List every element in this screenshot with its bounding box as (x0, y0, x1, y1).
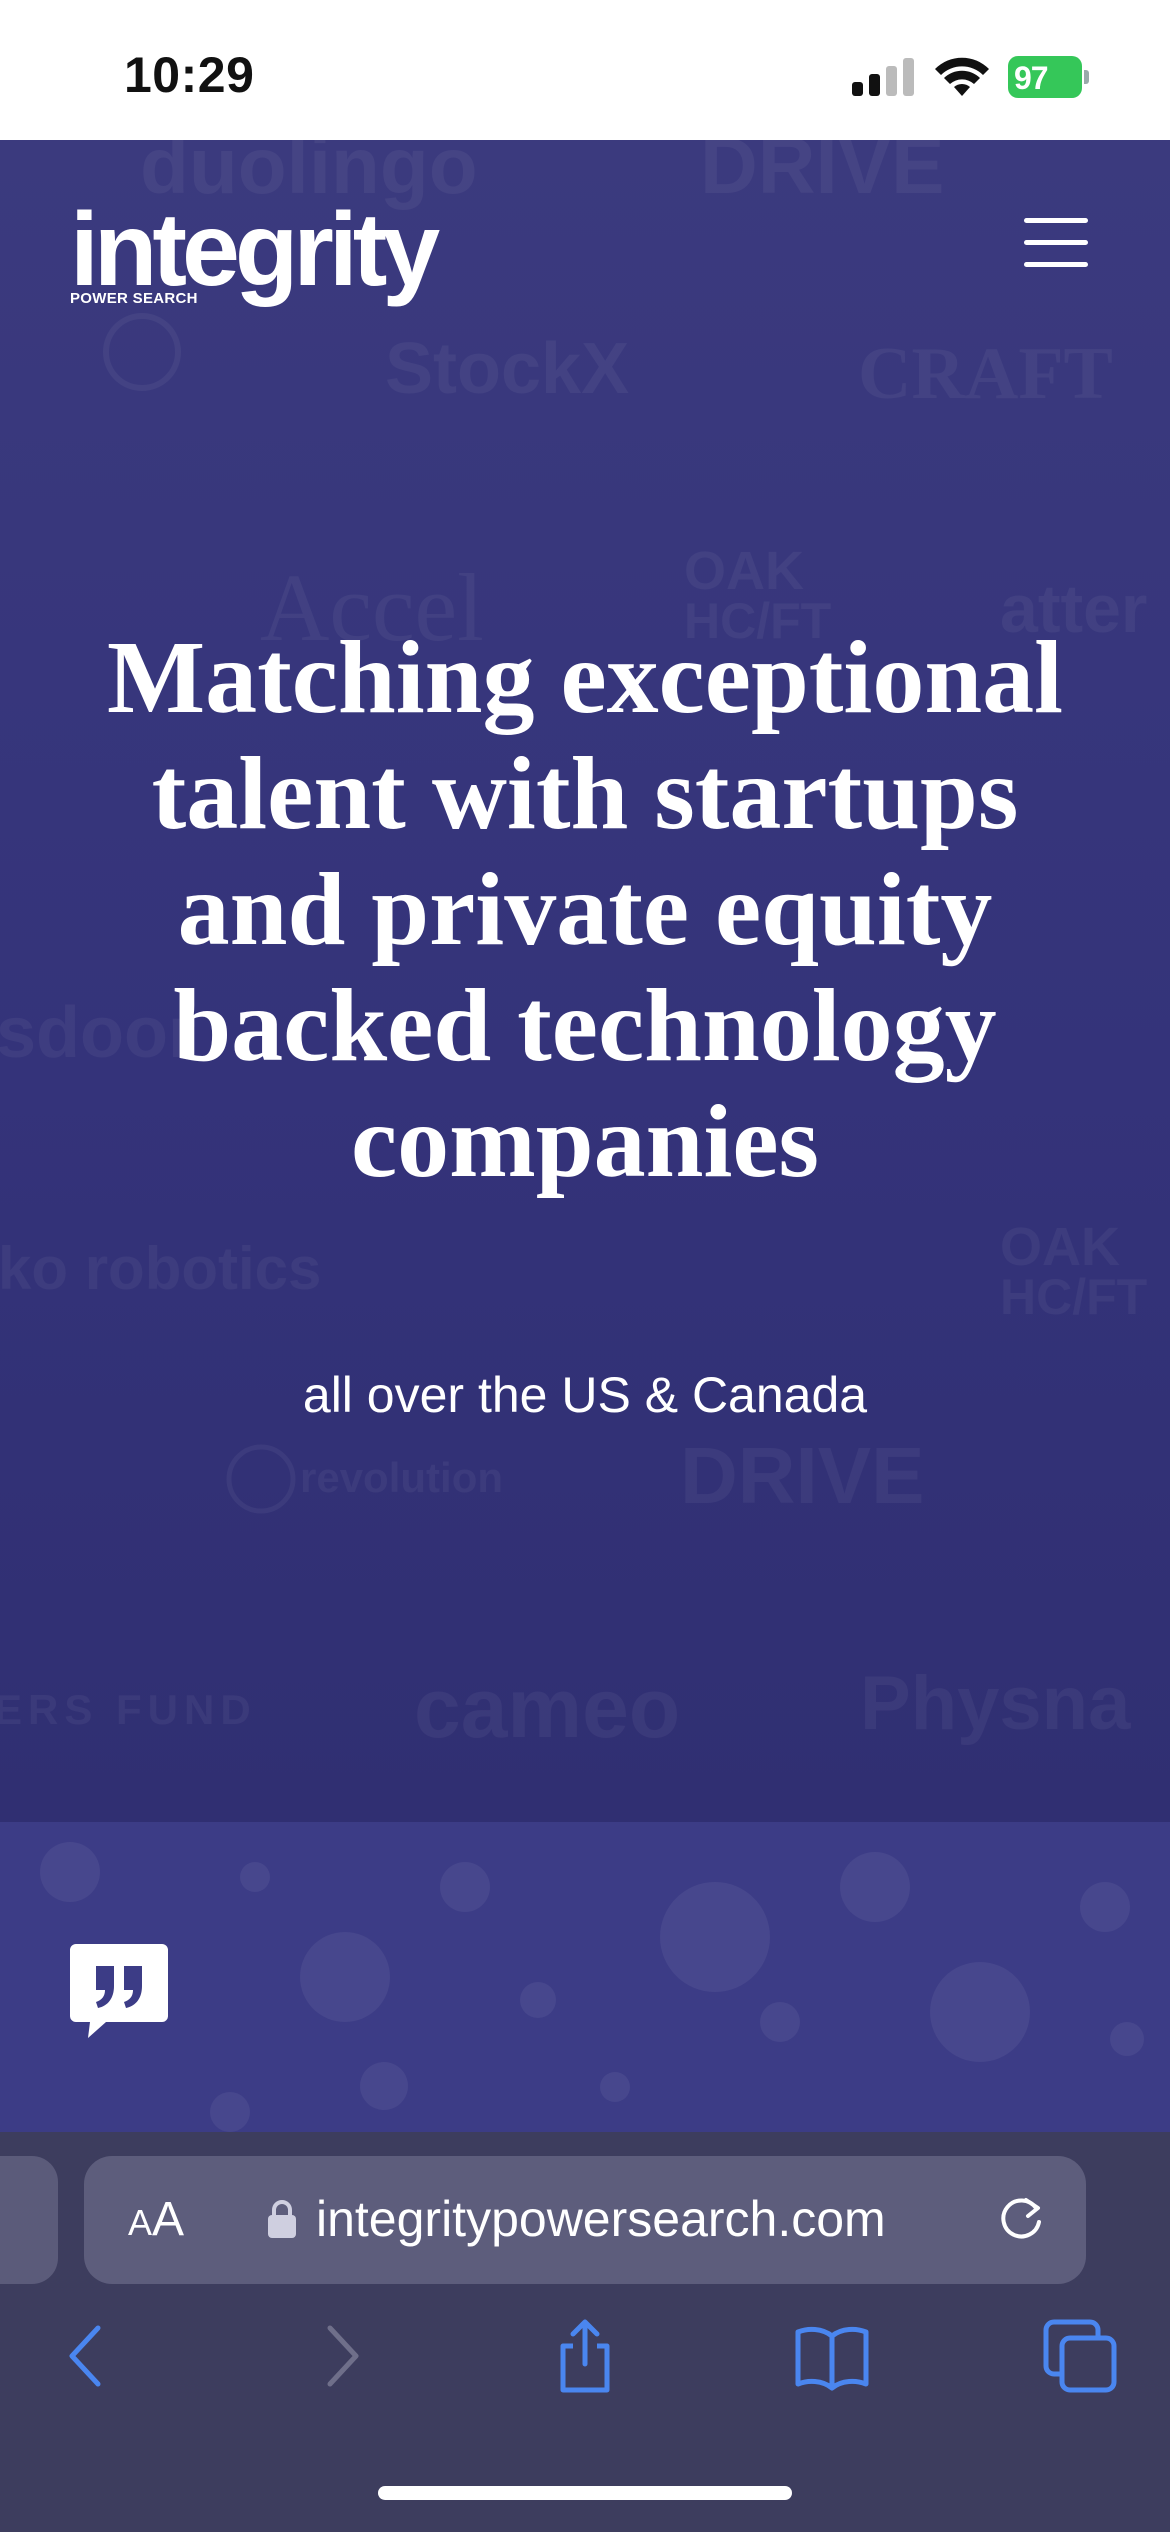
bg-logo-hcft-2: HC/FT (1000, 1269, 1148, 1325)
testimonial-section: W IP (0, 1822, 1170, 2132)
bg-logo-revolution: revolution (300, 1454, 504, 1501)
brand-name: integrity (70, 192, 440, 308)
share-icon[interactable] (545, 2316, 625, 2396)
tabs-icon[interactable] (1040, 2316, 1120, 2396)
bg-logo-stockx: StockX (385, 329, 630, 409)
testimonial-heading: W IP (70, 2114, 249, 2132)
reload-icon[interactable] (994, 2192, 1048, 2246)
lock-icon (268, 2200, 296, 2238)
hero-section: duolingo DRIVE StockX CRAFT Accel OAK HC… (0, 140, 1170, 1822)
quote-icon (70, 1944, 168, 2038)
bg-logo-craft: CRAFT (858, 333, 1113, 415)
status-time: 10:29 (124, 47, 255, 103)
menu-button[interactable] (1024, 218, 1088, 268)
back-icon[interactable] (48, 2316, 128, 2396)
address-bar[interactable]: AA integritypowersearch.com (84, 2156, 1086, 2284)
forward-icon[interactable] (300, 2316, 380, 2396)
hero-headline: Matching exceptional talent with startup… (106, 620, 1064, 1199)
bg-logo-circle-icon (226, 1444, 296, 1514)
status-bar: 10:29 97 (0, 0, 1170, 140)
bg-logo-physna: Physna (860, 1661, 1131, 1746)
previous-tab[interactable] (0, 2156, 58, 2284)
wifi-icon (935, 57, 989, 96)
bg-logo-ers-fund: ERS FUND (0, 1686, 257, 1733)
hamburger-icon (1024, 218, 1088, 223)
battery-level: 97 (1014, 60, 1049, 96)
home-indicator (378, 2486, 792, 2500)
bookmarks-icon[interactable] (792, 2316, 872, 2396)
bg-logo-cameo: cameo (414, 1661, 681, 1755)
bg-logo-circle-icon (103, 313, 181, 391)
bg-logo-ko-robotics: ko robotics (0, 1235, 322, 1302)
text-size-button[interactable]: AA (128, 2192, 184, 2247)
battery-icon: 97 (1008, 56, 1089, 98)
brand-logo[interactable]: integrity POWER SEARCH (70, 192, 440, 308)
cellular-signal-icon (852, 58, 914, 96)
browser-toolbar: AA integritypowersearch.com (0, 2132, 1170, 2532)
bg-logo-drive-2: DRIVE (680, 1431, 925, 1520)
url-text: integritypowersearch.com (316, 2191, 886, 2247)
bg-logo-drive: DRIVE (700, 140, 945, 210)
hero-subline: all over the US & Canada (302, 1367, 868, 1423)
